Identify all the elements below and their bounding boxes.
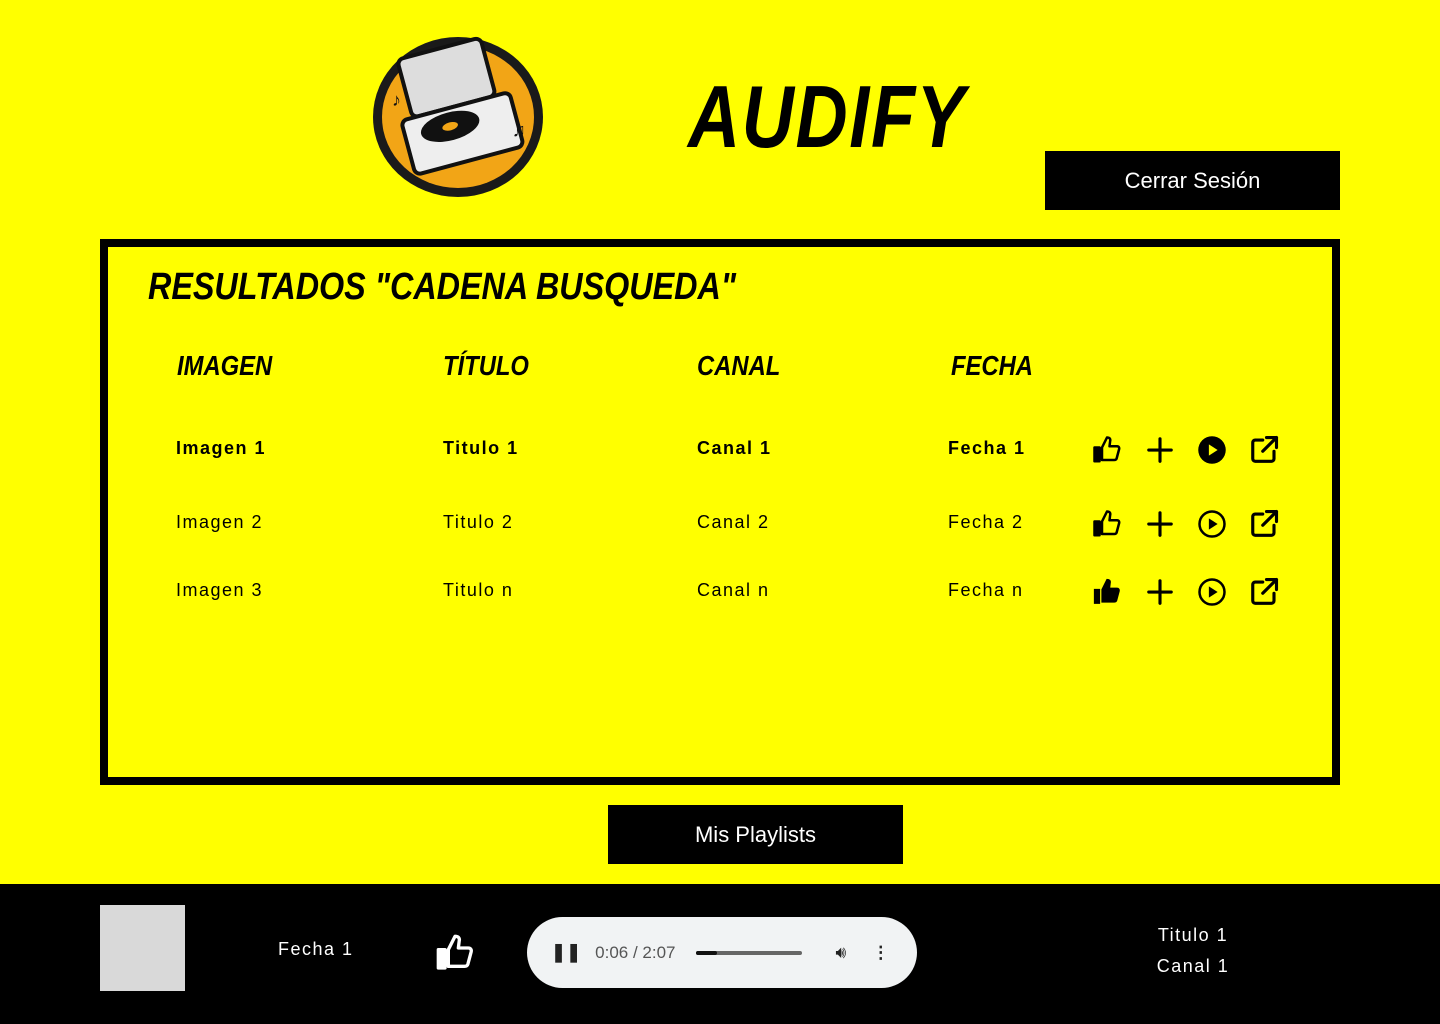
column-header-canal: CANAL — [697, 350, 781, 381]
seek-slider[interactable] — [695, 950, 802, 955]
play-icon[interactable] — [1197, 435, 1227, 465]
pause-button[interactable]: ❚❚ — [551, 942, 581, 963]
svg-text:♫: ♫ — [512, 120, 526, 140]
svg-text:♪: ♪ — [392, 90, 401, 110]
open-external-icon[interactable] — [1249, 435, 1279, 465]
like-icon[interactable] — [1092, 509, 1122, 539]
row-canal: Canal 2 — [697, 512, 770, 532]
row-imagen: Imagen 1 — [176, 438, 267, 458]
row-titulo: Titulo 1 — [443, 438, 519, 458]
row-canal: Canal n — [697, 580, 770, 600]
add-to-playlist-icon[interactable] — [1145, 509, 1175, 539]
like-icon[interactable] — [1092, 577, 1122, 607]
volume-icon[interactable]: 🔊︎ — [836, 943, 847, 963]
open-external-icon[interactable] — [1249, 509, 1279, 539]
add-to-playlist-icon[interactable] — [1145, 435, 1175, 465]
row-imagen: Imagen 2 — [176, 512, 264, 532]
play-icon[interactable] — [1197, 577, 1227, 607]
add-to-playlist-icon[interactable] — [1145, 577, 1175, 607]
now-playing-title: Titulo 1 — [1157, 925, 1229, 945]
logout-button[interactable]: Cerrar Sesión — [1045, 151, 1340, 210]
row-titulo: Titulo 2 — [443, 512, 514, 532]
row-fecha: Fecha 1 — [948, 438, 1026, 458]
like-icon[interactable] — [1092, 435, 1122, 465]
column-header-titulo: TÍTULO — [443, 350, 529, 381]
like-icon[interactable] — [433, 933, 477, 973]
now-playing-date: Fecha 1 — [278, 939, 354, 959]
play-icon[interactable] — [1197, 509, 1227, 539]
row-canal: Canal 1 — [697, 438, 772, 458]
audio-player: ❚❚ 0:06 / 2:07 🔊︎ ⋮ — [527, 917, 917, 988]
now-playing-cover — [100, 905, 185, 991]
logo-turntable: ♪♫ — [373, 36, 543, 197]
my-playlists-button[interactable]: Mis Playlists — [608, 805, 903, 864]
row-fecha: Fecha n — [948, 580, 1024, 600]
column-header-imagen: IMAGEN — [177, 350, 273, 381]
row-imagen: Imagen 3 — [176, 580, 264, 600]
row-titulo: Titulo n — [443, 580, 514, 600]
player-time: 0:06 / 2:07 — [595, 942, 676, 962]
column-header-fecha: FECHA — [951, 350, 1033, 381]
open-external-icon[interactable] — [1249, 577, 1279, 607]
now-playing-channel: Canal 1 — [1156, 956, 1230, 976]
row-fecha: Fecha 2 — [948, 512, 1024, 532]
results-title: RESULTADOS "CADENA BUSQUEDA" — [148, 266, 737, 308]
more-options-icon[interactable]: ⋮ — [872, 943, 889, 963]
brand-title: AUDIFY — [688, 67, 967, 166]
